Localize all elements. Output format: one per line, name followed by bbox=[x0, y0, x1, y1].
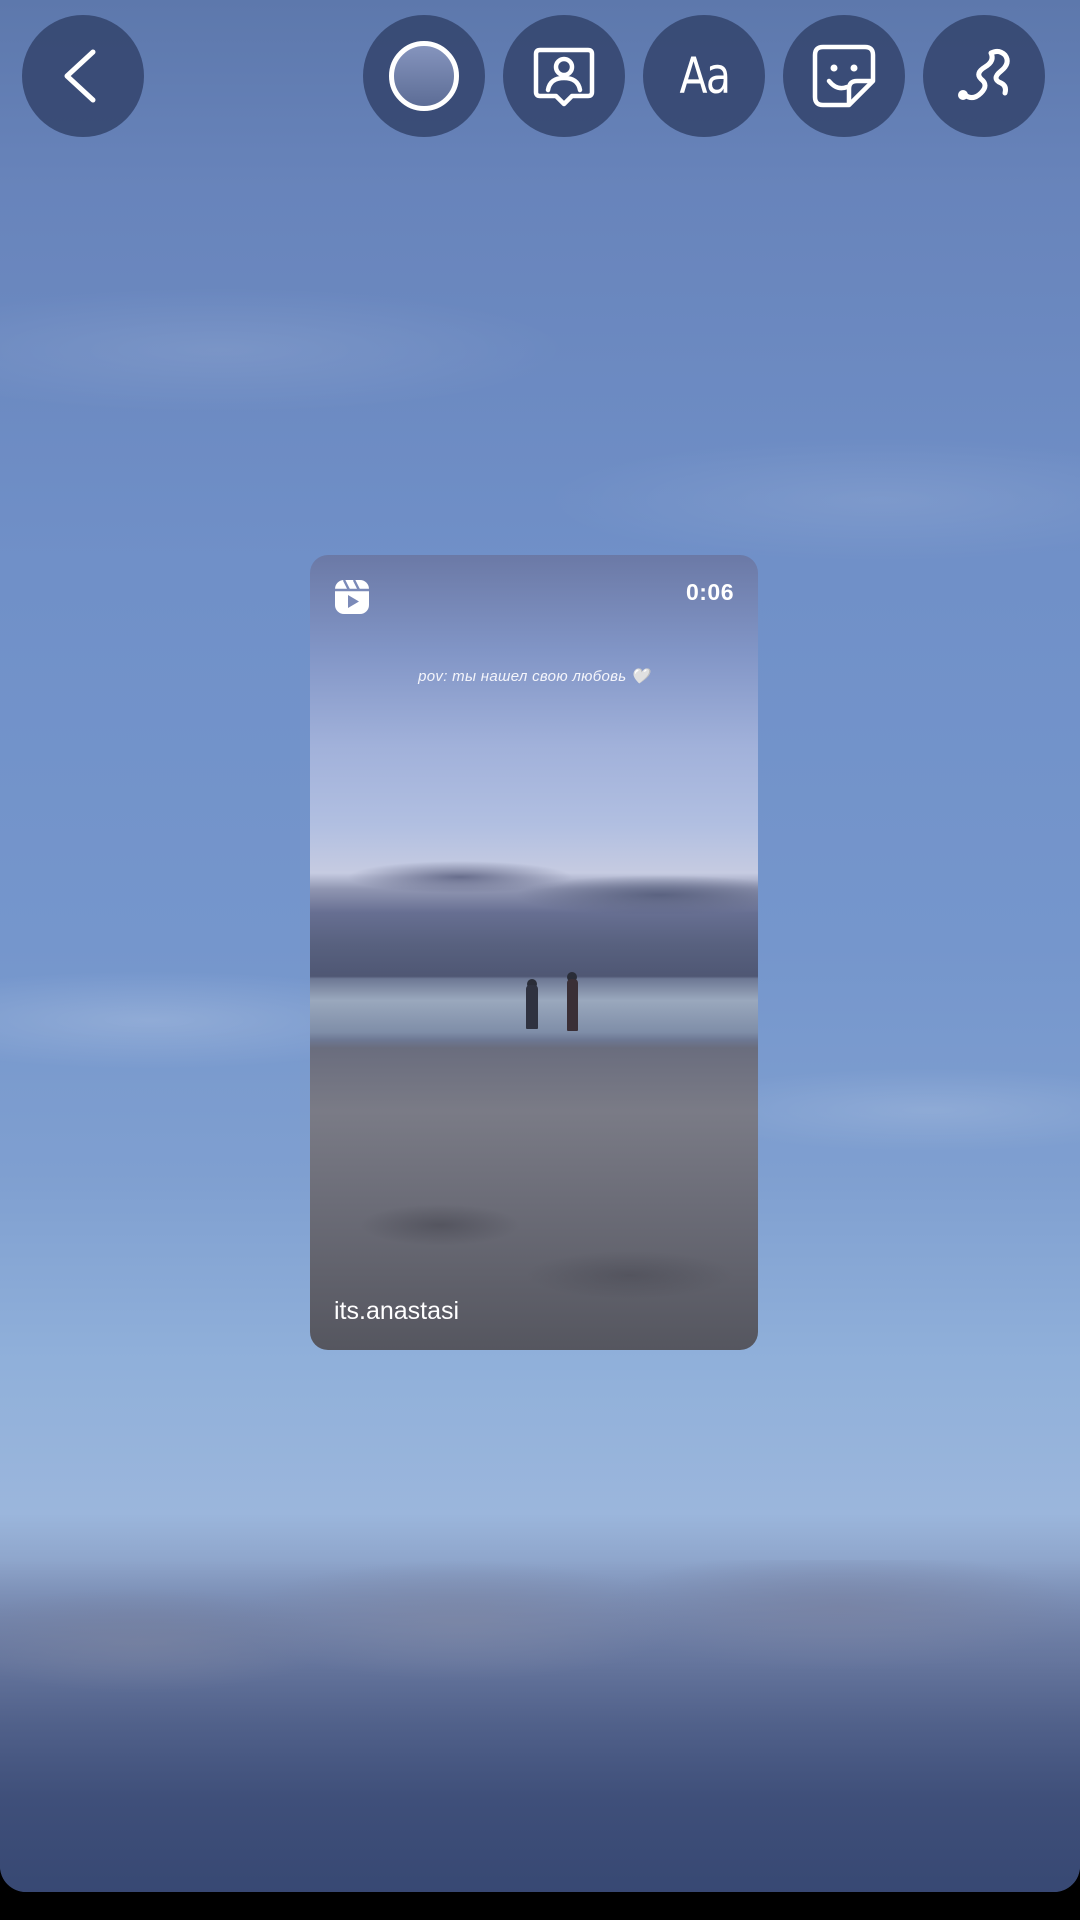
text-tool-button[interactable]: Aa bbox=[643, 15, 765, 137]
squiggle-draw-icon bbox=[958, 48, 1010, 101]
reels-icon bbox=[335, 579, 369, 614]
person-2 bbox=[567, 979, 578, 1031]
mention-button[interactable] bbox=[503, 15, 625, 137]
reel-preview-card[interactable]: 0:06 pov: ты нашел свою любовь 🤍 its.ana… bbox=[310, 555, 758, 1350]
reel-duration: 0:06 bbox=[685, 579, 734, 605]
background-clouds bbox=[0, 1560, 1080, 1892]
reel-caption: pov: ты нашел свою любовь 🤍 bbox=[418, 668, 650, 685]
draw-button[interactable] bbox=[923, 15, 1045, 137]
color-picker-button[interactable] bbox=[363, 15, 485, 137]
text-icon: Aa bbox=[679, 47, 731, 105]
reel-username: its.anastasi bbox=[334, 1297, 460, 1325]
person-1 bbox=[526, 985, 538, 1029]
story-editor-screen: Aa 0:06 pov: ты нашел свою любовь 🤍 its.… bbox=[0, 0, 1080, 1892]
reel-clouds bbox=[310, 855, 758, 945]
sticker-button[interactable] bbox=[783, 15, 905, 137]
reel-sand bbox=[310, 1195, 758, 1350]
mention-person-icon bbox=[533, 47, 595, 107]
back-button[interactable] bbox=[22, 15, 144, 137]
chevron-left-icon bbox=[64, 49, 96, 103]
color-circle-icon bbox=[389, 41, 459, 111]
sticker-icon bbox=[812, 44, 876, 108]
